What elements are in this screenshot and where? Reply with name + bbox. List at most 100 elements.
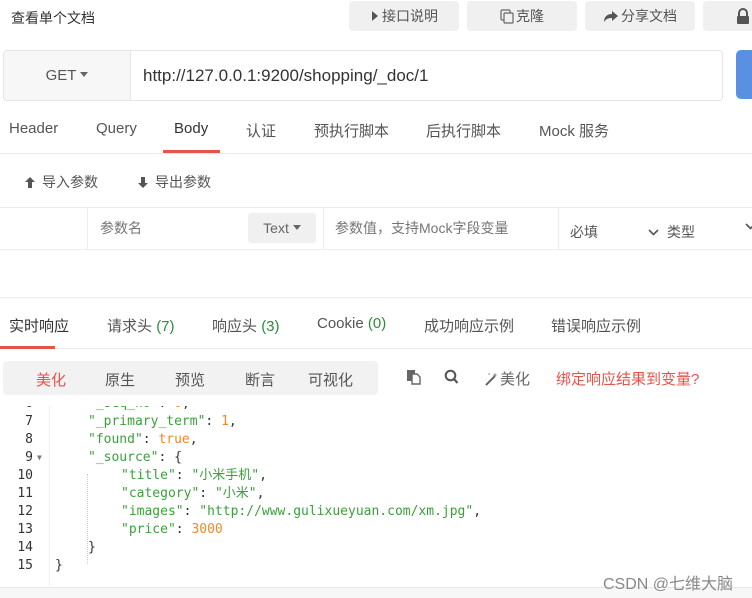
chevron-down-icon[interactable] bbox=[745, 223, 752, 230]
code-text: } bbox=[55, 557, 63, 575]
beautify-label: 美化 bbox=[500, 371, 531, 388]
tab-request-headers[interactable]: 请求头 (7) bbox=[107, 315, 175, 336]
param-type-select[interactable]: Text bbox=[248, 213, 316, 243]
lock-icon bbox=[737, 7, 749, 24]
active-tab-indicator bbox=[0, 346, 55, 349]
param-name-input[interactable] bbox=[100, 220, 240, 236]
json-punctuation: , bbox=[473, 504, 482, 519]
api-doc-button[interactable]: 接口说明 bbox=[349, 1, 459, 31]
json-punctuation: : { bbox=[158, 450, 182, 465]
tab-success-example[interactable]: 成功响应示例 bbox=[424, 315, 514, 336]
tab-post-script[interactable]: 后执行脚本 bbox=[426, 120, 501, 141]
arrow-up-icon bbox=[25, 176, 35, 188]
json-key: "category" bbox=[121, 486, 200, 501]
view-raw[interactable]: 原生 bbox=[105, 369, 135, 390]
json-punctuation: , bbox=[182, 406, 190, 411]
code-line: 11 "category": "小米", bbox=[0, 485, 752, 503]
param-value-input[interactable] bbox=[335, 220, 550, 236]
json-literal: 0 bbox=[174, 406, 182, 411]
send-button[interactable] bbox=[736, 50, 752, 99]
param-empty-row bbox=[0, 250, 752, 298]
json-key: "_source" bbox=[88, 450, 159, 465]
code-line: 9 ▼ "_source": { bbox=[0, 449, 752, 467]
export-params-button[interactable]: 导出参数 bbox=[137, 172, 211, 192]
cookie-count: (0) bbox=[367, 315, 387, 332]
watermark: CSDN @七维大脑 bbox=[603, 576, 734, 593]
tab-pre-script[interactable]: 预执行脚本 bbox=[314, 120, 389, 141]
code-text: "category": "小米", bbox=[121, 485, 264, 503]
json-punctuation: : bbox=[175, 468, 192, 483]
tab-cookie[interactable]: Cookie (0) bbox=[317, 315, 386, 332]
play-icon bbox=[372, 11, 378, 21]
data-type-label: 类型 bbox=[667, 224, 695, 240]
active-tab-indicator bbox=[163, 150, 220, 153]
response-headers-count: (3) bbox=[261, 318, 280, 335]
code-line: 13 "price": 3000 bbox=[0, 521, 752, 539]
json-punctuation: : bbox=[205, 414, 222, 429]
data-type-select[interactable]: 类型 bbox=[648, 222, 695, 242]
clone-label: 克隆 bbox=[516, 8, 544, 24]
tab-body[interactable]: Body bbox=[174, 120, 208, 137]
json-punctuation: : bbox=[183, 504, 200, 519]
json-string: "小米" bbox=[214, 486, 257, 501]
clone-button[interactable]: 克隆 bbox=[467, 1, 577, 31]
code-line: 10 "title": "小米手机", bbox=[0, 467, 752, 485]
view-visualize[interactable]: 可视化 bbox=[308, 369, 353, 390]
line-number: 13 bbox=[17, 522, 33, 537]
line-number: 9 bbox=[25, 450, 33, 465]
json-string: "http://www.gulixueyuan.com/xm.jpg" bbox=[199, 504, 474, 519]
tab-header[interactable]: Header bbox=[9, 120, 58, 137]
tab-query[interactable]: Query bbox=[96, 120, 137, 137]
json-key: "found" bbox=[88, 432, 143, 447]
search-icon[interactable] bbox=[444, 369, 459, 385]
json-punctuation: , bbox=[228, 414, 237, 429]
tab-response-headers-label: 响应头 bbox=[212, 318, 258, 335]
tab-mock-service[interactable]: Mock 服务 bbox=[539, 120, 609, 141]
code-text: } bbox=[88, 539, 96, 557]
method-select[interactable]: GET bbox=[4, 51, 131, 100]
code-line: 14} bbox=[0, 539, 752, 557]
tab-realtime-response[interactable]: 实时响应 bbox=[9, 315, 69, 336]
json-punctuation: : bbox=[142, 432, 159, 447]
tab-auth[interactable]: 认证 bbox=[246, 120, 276, 141]
json-punctuation: : bbox=[158, 406, 174, 411]
bind-response-link[interactable]: 绑定响应结果到变量? bbox=[556, 368, 699, 389]
view-preview[interactable]: 预览 bbox=[175, 369, 205, 390]
json-literal: 1 bbox=[221, 414, 229, 429]
export-params-label: 导出参数 bbox=[155, 174, 211, 190]
magic-wand-icon bbox=[485, 372, 498, 386]
copy-icon[interactable] bbox=[406, 369, 421, 385]
chevron-down-icon bbox=[648, 228, 659, 236]
line-number: 15 bbox=[17, 558, 33, 573]
url-bar: GET bbox=[3, 50, 723, 101]
view-beautify[interactable]: 美化 bbox=[36, 369, 66, 390]
json-punctuation: , bbox=[259, 468, 267, 483]
lock-button[interactable] bbox=[703, 1, 752, 31]
fold-toggle-icon[interactable]: ▼ bbox=[37, 449, 42, 467]
response-code-view[interactable]: 6 "_seq_no": 0, 7 "_primary_term": 1, 8 "foun… bbox=[0, 406, 752, 586]
caret-down-icon bbox=[292, 224, 301, 230]
json-key: "price" bbox=[121, 522, 176, 537]
share-doc-button[interactable]: 分享文档 bbox=[585, 1, 695, 31]
json-punctuation: } bbox=[88, 540, 96, 555]
beautify-button[interactable]: 美化 bbox=[484, 368, 530, 389]
view-mode-bar: 美化 原生 预览 断言 可视化 bbox=[3, 361, 378, 395]
code-text: "title": "小米手机", bbox=[121, 467, 267, 485]
param-table: Text 必填 类型 bbox=[0, 207, 752, 250]
view-assert[interactable]: 断言 bbox=[245, 369, 275, 390]
line-number: 14 bbox=[17, 540, 33, 555]
tab-error-example[interactable]: 错误响应示例 bbox=[551, 315, 641, 336]
url-input[interactable] bbox=[131, 51, 722, 100]
line-number: 11 bbox=[17, 486, 33, 501]
required-toggle[interactable]: 必填 bbox=[570, 222, 598, 242]
code-text: "_primary_term": 1, bbox=[88, 413, 237, 431]
code-text: "_source": { bbox=[88, 449, 182, 467]
code-text: "found": true, bbox=[88, 431, 198, 449]
import-params-button[interactable]: 导入参数 bbox=[24, 172, 98, 192]
line-number: 7 bbox=[25, 414, 33, 429]
line-number: 12 bbox=[17, 504, 33, 519]
json-punctuation: , bbox=[256, 486, 265, 501]
param-name-cell: Text bbox=[87, 208, 324, 250]
tab-response-headers[interactable]: 响应头 (3) bbox=[212, 315, 280, 336]
line-number: 8 bbox=[25, 432, 33, 447]
